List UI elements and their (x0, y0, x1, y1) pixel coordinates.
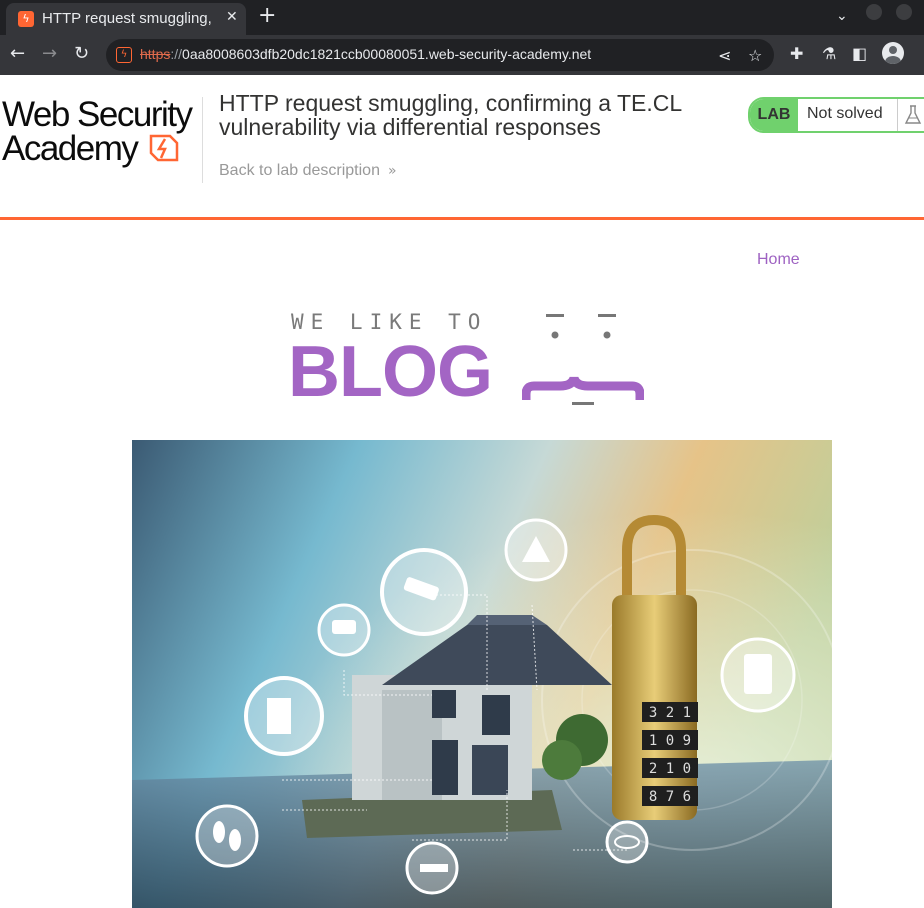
lab-flask-button[interactable] (897, 99, 924, 131)
browser-toolbar: ← → ↻ ϟ https://0aa8008603dfb20dc1821ccb… (0, 35, 924, 75)
security-camera-icon (380, 548, 468, 636)
favicon-icon: ϟ (18, 11, 34, 27)
browser-tab-bar: ϟ HTTP request smuggling, c ✕ + ⌄ (0, 0, 924, 35)
side-panel-icon[interactable]: ◧ (852, 44, 867, 63)
plus-icon[interactable]: + (258, 3, 276, 28)
blog-title: BLOG (288, 332, 493, 412)
footsteps-icon (195, 804, 259, 868)
logo-lightning-icon (149, 134, 179, 162)
tab-title: HTTP request smuggling, c (42, 10, 212, 27)
not-secure-icon[interactable]: ϟ (116, 47, 132, 63)
reload-icon[interactable]: ↻ (74, 43, 89, 64)
hero-image: 3 2 1 1 0 9 2 1 0 8 7 6 (132, 440, 832, 908)
url-host: 0aa8008603dfb20dc1821ccb00080051.web-sec… (182, 46, 592, 62)
labs-flask-icon[interactable]: ⚗ (822, 44, 836, 63)
blog-banner: WE LIKE TO BLOG (288, 308, 644, 408)
keypad-icon (720, 637, 796, 713)
logo-text-line2: Academy (2, 129, 139, 168)
browser-tab[interactable]: ϟ HTTP request smuggling, c ✕ (6, 3, 246, 35)
lab-status-widget: LAB Not solved (748, 97, 924, 133)
star-icon[interactable]: ☆ (748, 46, 762, 65)
extensions-icon[interactable]: ✚ (790, 44, 803, 63)
url-scheme: https (140, 46, 171, 62)
back-arrow-icon[interactable]: ← (10, 43, 25, 64)
flask-icon (904, 105, 922, 124)
lab-badge: LAB (750, 99, 798, 131)
url-text[interactable]: https://0aa8008603dfb20dc1821ccb00080051… (140, 46, 591, 62)
lab-status-text: Not solved (807, 105, 883, 122)
lock-code-row-1: 3 2 1 (649, 705, 691, 721)
warning-icon (504, 518, 568, 582)
share-icon[interactable]: ⋖ (718, 46, 731, 65)
door-sensor-icon (244, 676, 324, 756)
key-icon (405, 841, 459, 895)
home-link[interactable]: Home (757, 251, 800, 269)
header-divider (202, 97, 203, 183)
smart-home-security-illustration: 3 2 1 1 0 9 2 1 0 8 7 6 (132, 440, 832, 908)
url-separator: :// (170, 46, 183, 62)
window-minimize-button[interactable] (866, 4, 882, 20)
eye-icon (605, 820, 649, 864)
double-chevron-right-icon: » (387, 163, 397, 179)
lock-code-row-4: 8 7 6 (649, 789, 691, 805)
smoke-detector-icon (317, 603, 371, 657)
academy-header: Web Security Academy HTTP request smuggl… (0, 75, 924, 220)
chevron-down-icon[interactable]: ⌄ (836, 8, 848, 24)
lock-code-row-2: 1 0 9 (649, 733, 691, 749)
back-link-label: Back to lab description (219, 162, 380, 179)
forward-arrow-icon[interactable]: → (42, 43, 57, 64)
lock-code-row-3: 2 1 0 (649, 761, 691, 777)
close-icon[interactable]: ✕ (226, 9, 238, 25)
address-bar[interactable]: ϟ https://0aa8008603dfb20dc1821ccb000800… (106, 39, 774, 71)
academy-logo[interactable]: Web Security Academy (2, 95, 202, 169)
blog-tagline: WE LIKE TO (291, 310, 488, 334)
lab-title: HTTP request smuggling, confirming a TE.… (219, 90, 682, 140)
profile-icon[interactable] (882, 42, 904, 64)
blog-face-icon (522, 314, 644, 405)
back-to-lab-description-link[interactable]: Back to lab description » (219, 162, 397, 180)
window-close-button[interactable] (896, 4, 912, 20)
